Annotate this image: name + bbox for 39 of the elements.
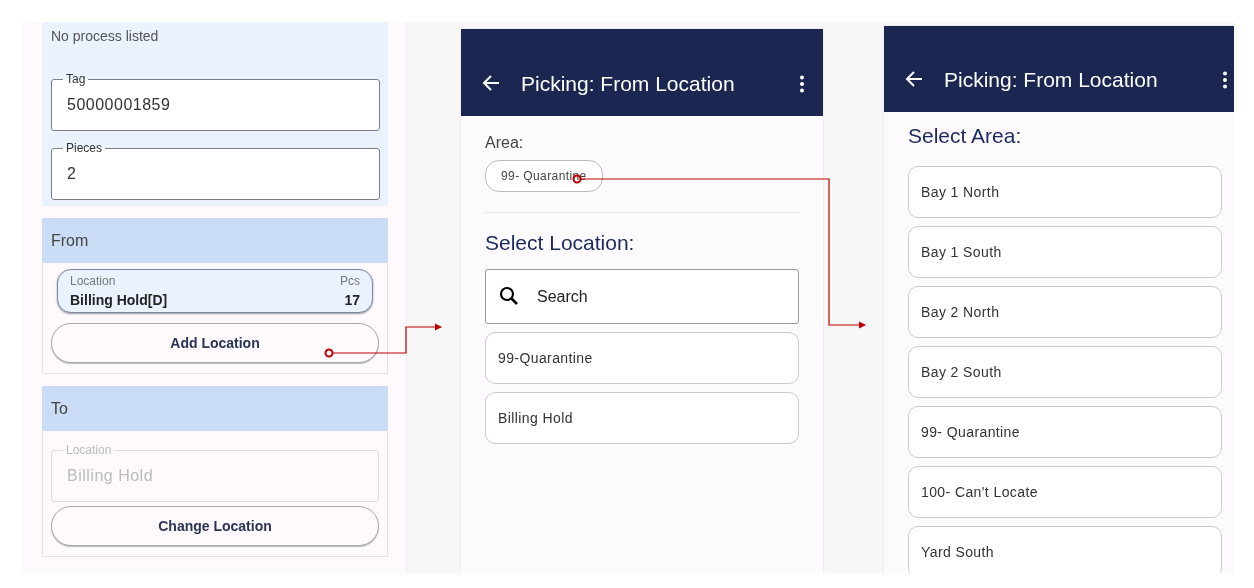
area-list-item[interactable]: 100- Can't Locate (908, 466, 1222, 518)
screen-title: Picking: From Location (944, 68, 1159, 92)
area-list-item[interactable]: Yard South (908, 526, 1222, 573)
location-list-item[interactable]: 99-Quarantine (485, 332, 799, 384)
piece-count: 17 (344, 292, 360, 308)
area-chip[interactable]: 99- Quarantine (485, 160, 603, 192)
text-field[interactable]: Tag 50000001859 (51, 72, 380, 131)
section-heading: Select Area: (908, 124, 1023, 148)
more-options-icon[interactable] (1222, 71, 1228, 89)
back-arrow-icon[interactable] (481, 73, 501, 93)
section-title: From (51, 231, 89, 250)
area-list-item[interactable]: Bay 1 South (908, 226, 1222, 278)
location-card[interactable]: Location Pcs Billing Hold[D] 17 (57, 269, 373, 313)
area-list-item[interactable]: Bay 1 North (908, 166, 1222, 218)
location-name: Billing Hold[D] (70, 292, 168, 308)
more-options-icon[interactable] (799, 75, 805, 93)
search-icon (499, 286, 519, 306)
field-label: Tag (65, 72, 87, 86)
area-list-item[interactable]: 99- Quarantine (908, 406, 1222, 458)
card-label: Pcs (340, 274, 360, 288)
search-field[interactable]: Search (485, 269, 799, 324)
screen-title: Picking: From Location (521, 72, 736, 96)
text-field[interactable]: Pieces 2 (51, 141, 380, 200)
field-value: 50000001859 (67, 95, 172, 114)
add-location-button[interactable]: Add Location (51, 323, 379, 363)
section-title: To (51, 399, 68, 418)
section-heading: Select Location: (485, 231, 636, 255)
field-label: Location (65, 443, 113, 457)
field-value: Billing Hold (67, 466, 155, 485)
card-label: Location (70, 274, 116, 288)
field-value: 2 (67, 164, 78, 183)
location-list-item[interactable]: Billing Hold (485, 392, 799, 444)
field-label: Pieces (65, 141, 104, 155)
area-list-item[interactable]: Bay 2 South (908, 346, 1222, 398)
area-list-item[interactable]: Bay 2 North (908, 286, 1222, 338)
status-text: No process listed (51, 28, 160, 46)
area-label: Area: (485, 134, 525, 152)
change-location-button[interactable]: Change Location (51, 506, 379, 546)
back-arrow-icon[interactable] (904, 69, 924, 89)
